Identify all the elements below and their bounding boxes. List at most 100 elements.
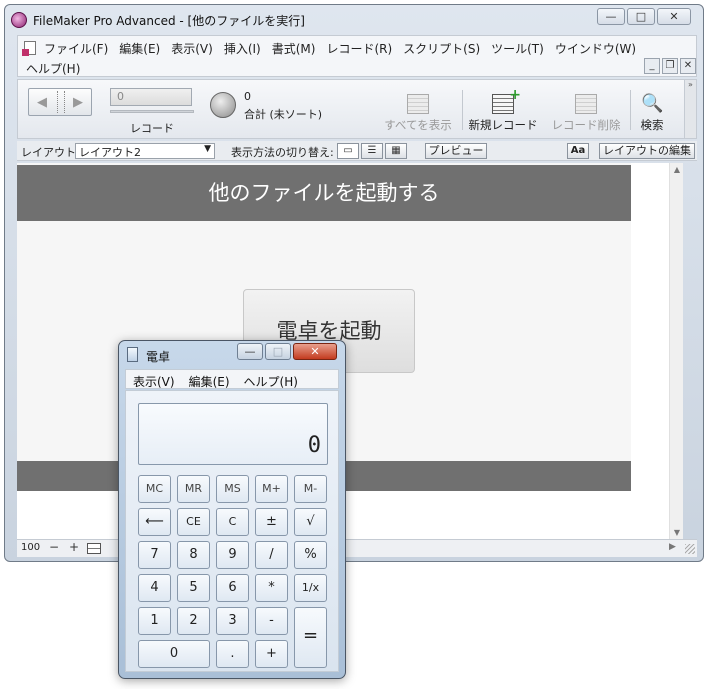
key-divide[interactable]: / — [255, 541, 288, 569]
calc-close-button[interactable]: ✕ — [293, 343, 337, 360]
menu-tools[interactable]: ツール(T) — [487, 38, 551, 59]
scroll-up-icon[interactable]: ▲ — [670, 165, 684, 174]
key-5[interactable]: 5 — [177, 574, 210, 602]
record-book-navigator[interactable]: ◀ ▶ — [28, 88, 92, 116]
chevron-down-icon: ▼ — [204, 144, 211, 154]
menu-window[interactable]: ウインドウ(W) — [551, 38, 643, 59]
delete-record-button[interactable]: レコード削除 — [546, 94, 626, 133]
key-memory-subtract[interactable]: M- — [294, 475, 327, 503]
fm-window-title: FileMaker Pro Advanced - [他のファイルを実行] — [33, 14, 305, 28]
menu-help[interactable]: ヘルプ(H) — [22, 58, 87, 79]
menu-insert[interactable]: 挿入(I) — [220, 38, 268, 59]
mdi-minimize-button[interactable]: _ — [644, 58, 660, 74]
key-4[interactable]: 4 — [138, 574, 171, 602]
key-8[interactable]: 8 — [177, 541, 210, 569]
menu-view[interactable]: 表示(V) — [167, 38, 220, 59]
document-icon[interactable] — [22, 41, 36, 56]
show-all-icon — [407, 94, 429, 114]
show-all-button[interactable]: すべてを表示 — [378, 94, 458, 133]
key-memory-store[interactable]: MS — [216, 475, 249, 503]
key-clear-entry[interactable]: CE — [177, 508, 210, 536]
status-toolbar: ◀ ▶ 0 レコード 0 合計 (未ソート) すべてを表示 新規レコード レコー… — [17, 79, 697, 139]
calc-menubar: 表示(V) 編集(E) ヘルプ(H) — [125, 369, 339, 389]
delete-record-icon — [575, 94, 597, 114]
calc-maximize-button[interactable]: □ — [265, 343, 291, 360]
key-square-root[interactable]: √ — [294, 508, 327, 536]
zoom-out-button[interactable]: − — [47, 541, 61, 554]
toolbar-divider — [630, 90, 631, 130]
find-button[interactable]: 🔍 検索 — [632, 94, 672, 133]
key-multiply[interactable]: * — [255, 574, 288, 602]
calculator-window: 電卓 — □ ✕ 表示(V) 編集(E) ヘルプ(H) 0 MC MR MS M… — [118, 340, 346, 679]
mdi-restore-button[interactable]: ❐ — [662, 58, 678, 74]
preview-button[interactable]: プレビュー — [425, 143, 487, 159]
layout-select[interactable]: レイアウト2 ▼ — [75, 143, 215, 159]
view-as-table-button[interactable]: ▦ — [385, 143, 407, 159]
key-backspace[interactable]: ⟵ — [138, 508, 171, 536]
view-as-list-button[interactable]: ☰ — [361, 143, 383, 159]
record-slider[interactable] — [110, 110, 194, 113]
menu-format[interactable]: 書式(M) — [268, 38, 323, 59]
key-percent[interactable]: % — [294, 541, 327, 569]
toolbar-overflow-icon[interactable]: » — [684, 80, 696, 138]
key-memory-add[interactable]: M+ — [255, 475, 288, 503]
edit-layout-button[interactable]: レイアウトの編集 — [599, 143, 695, 159]
calc-display-value: 0 — [307, 433, 321, 458]
delete-record-label: レコード削除 — [551, 118, 621, 132]
new-record-button[interactable]: 新規レコード — [463, 87, 543, 133]
key-memory-recall[interactable]: MR — [177, 475, 210, 503]
text-format-button[interactable]: Aa — [567, 143, 589, 159]
key-clear[interactable]: C — [216, 508, 249, 536]
key-reciprocal[interactable]: 1/x — [294, 574, 327, 602]
key-6[interactable]: 6 — [216, 574, 249, 602]
key-plus-minus[interactable]: ± — [255, 508, 288, 536]
filemaker-window: FileMaker Pro Advanced - [他のファイルを実行] — □… — [4, 4, 704, 562]
find-label: 検索 — [640, 118, 664, 132]
key-decimal[interactable]: . — [216, 640, 249, 668]
toggle-toolbar-icon[interactable] — [87, 543, 101, 554]
calculator-app-icon — [127, 347, 138, 362]
key-1[interactable]: 1 — [138, 607, 171, 635]
zoom-in-button[interactable]: + — [67, 541, 81, 554]
menu-edit[interactable]: 編集(E) — [115, 38, 167, 59]
previous-record-icon[interactable]: ◀ — [37, 95, 47, 110]
mdi-close-button[interactable]: ✕ — [680, 58, 696, 74]
key-9[interactable]: 9 — [216, 541, 249, 569]
key-7[interactable]: 7 — [138, 541, 171, 569]
calc-menu-edit[interactable]: 編集(E) — [182, 370, 237, 389]
calc-menu-help[interactable]: ヘルプ(H) — [237, 370, 305, 389]
calc-minimize-button[interactable]: — — [237, 343, 263, 360]
menu-file[interactable]: ファイル(F) — [40, 38, 115, 59]
book-spine-icon — [57, 91, 65, 113]
page-title: 他のファイルを起動する — [208, 181, 440, 205]
key-add[interactable]: + — [255, 640, 288, 668]
key-0[interactable]: 0 — [138, 640, 210, 668]
fm-close-button[interactable]: ✕ — [657, 8, 691, 25]
found-count: 0 — [244, 90, 251, 103]
show-all-label: すべてを表示 — [384, 118, 452, 132]
scroll-down-icon[interactable]: ▼ — [670, 528, 684, 537]
view-as-form-button[interactable]: ▭ — [337, 143, 359, 159]
resize-grip[interactable] — [685, 544, 695, 554]
next-record-icon[interactable]: ▶ — [73, 95, 83, 110]
fm-minimize-button[interactable]: — — [597, 8, 625, 25]
calc-display: 0 — [138, 403, 328, 465]
key-memory-clear[interactable]: MC — [138, 475, 171, 503]
current-record-input[interactable]: 0 — [110, 88, 192, 106]
menu-records[interactable]: レコード(R) — [322, 38, 399, 59]
zoom-level[interactable]: 100 — [21, 542, 40, 553]
vertical-scrollbar[interactable]: ▲ ▼ — [669, 163, 683, 539]
key-3[interactable]: 3 — [216, 607, 249, 635]
key-subtract[interactable]: - — [255, 607, 288, 635]
fm-maximize-button[interactable]: □ — [627, 8, 655, 25]
key-2[interactable]: 2 — [177, 607, 210, 635]
menu-scripts[interactable]: スクリプト(S) — [399, 38, 487, 59]
calc-window-title: 電卓 — [146, 350, 171, 364]
found-set-pie-icon[interactable] — [210, 92, 236, 118]
view-switch-label: 表示方法の切り替え: — [231, 146, 334, 159]
calc-menu-view[interactable]: 表示(V) — [126, 370, 182, 389]
calc-titlebar[interactable]: 電卓 — □ ✕ — [119, 341, 345, 367]
fm-titlebar[interactable]: FileMaker Pro Advanced - [他のファイルを実行] — □… — [5, 5, 703, 33]
key-equals[interactable]: = — [294, 607, 327, 668]
scroll-right-icon[interactable]: ▶ — [669, 542, 676, 552]
